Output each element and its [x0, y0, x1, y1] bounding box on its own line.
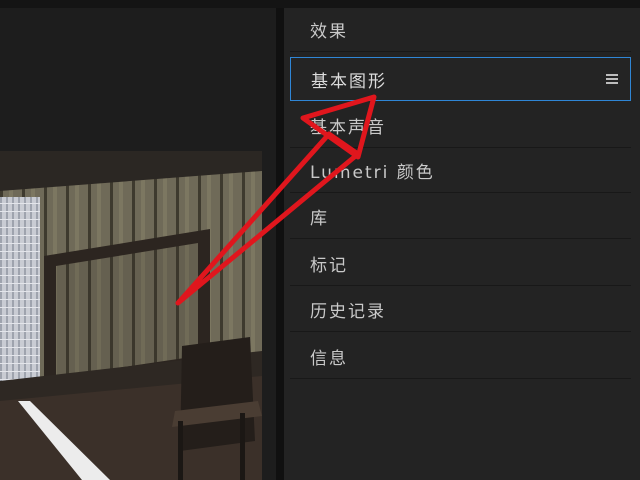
panel-item-label: 基本声音 — [310, 118, 386, 138]
panel-item-label: 效果 — [310, 22, 348, 42]
curtain — [0, 197, 40, 402]
panel-item-label: Lumetri 颜色 — [310, 163, 435, 183]
panel-item-effects[interactable]: 效果 — [290, 8, 631, 52]
panel-item-essential-graphics[interactable]: 基本图形 — [290, 57, 631, 101]
panel-item-label: 历史记录 — [310, 302, 386, 322]
panel-item-info[interactable]: 信息 — [290, 335, 631, 379]
panel-item-markers[interactable]: 标记 — [290, 242, 631, 286]
panel-item-essential-sound[interactable]: 基本声音 — [290, 104, 631, 148]
workspace-panel-menu: 效果 基本图形 基本声音 Lumetri 颜色 库 标记 历史记录 信息 — [284, 8, 640, 480]
panel-item-label: 标记 — [310, 256, 348, 276]
panel-divider[interactable] — [276, 8, 284, 480]
top-bar — [0, 0, 640, 8]
panel-item-lumetri-color[interactable]: Lumetri 颜色 — [290, 149, 631, 193]
panel-item-label: 基本图形 — [311, 71, 387, 92]
panel-item-label: 信息 — [310, 349, 348, 369]
video-preview-frame — [0, 151, 262, 480]
panel-item-libraries[interactable]: 库 — [290, 195, 631, 239]
panel-item-label: 库 — [310, 209, 329, 229]
hamburger-menu-icon[interactable] — [606, 74, 618, 84]
panel-item-history[interactable]: 历史记录 — [290, 288, 631, 332]
